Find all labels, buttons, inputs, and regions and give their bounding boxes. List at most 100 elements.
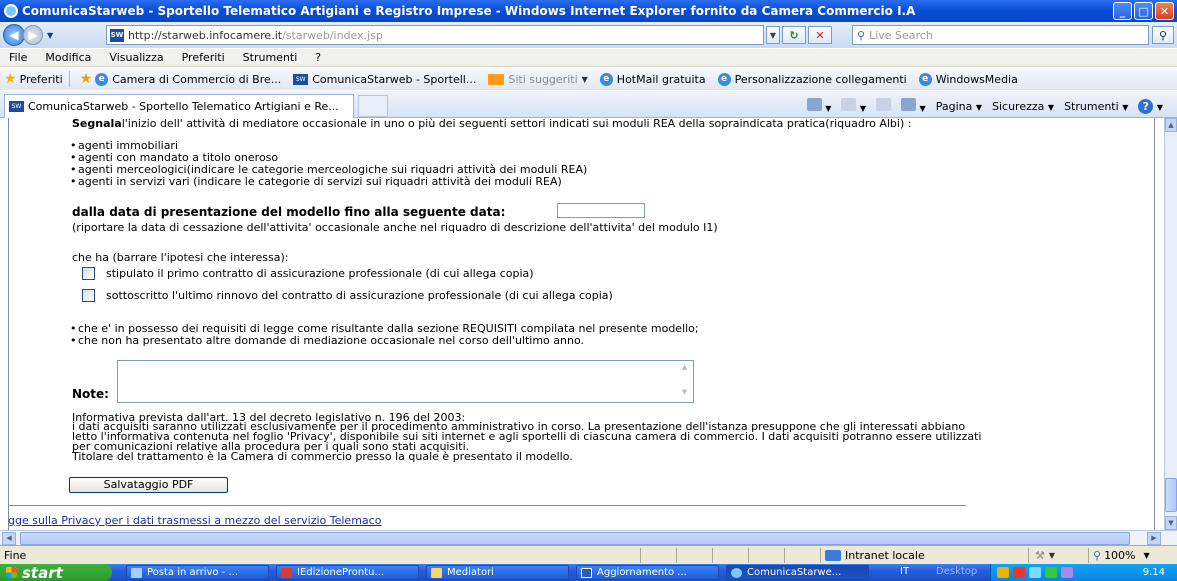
scroll-thumb[interactable] [20,532,1130,545]
volume-icon[interactable] [1029,567,1041,578]
task-posta[interactable]: Posta in arrivo - ... [126,565,269,580]
save-pdf-button[interactable]: Salvataggio PDF [69,477,228,493]
print-button[interactable]: ▼ [901,98,926,114]
status-text: Fine [4,548,27,562]
fav-item-hotmail[interactable]: e HotMail gratuita [599,72,706,86]
horizontal-scrollbar[interactable]: ◀ ▶ [0,530,1177,545]
segnala-text: Segnalal'inizio dell' attività di mediat… [72,118,912,130]
menu-visualizza[interactable]: Visualizza [100,51,172,64]
page-menu[interactable]: Pagina ▼ [936,100,982,113]
tray-icon[interactable] [1013,567,1025,578]
address-dropdown-button[interactable]: ▼ [766,26,780,44]
fav-item-comunicastarweb[interactable]: SW ComunicaStarweb - Sportell... [293,73,476,86]
tab-label: ComunicaStarweb - Sportello Telematico A… [28,100,339,113]
zoom-control[interactable]: ⚲ 100% ▼ [1088,548,1177,563]
back-button[interactable]: ◀ [3,24,25,46]
taskbar: start Posta in arrivo - ... IEdizionePro… [0,564,1177,581]
task-comunicastarweb[interactable]: ComunicaStarwe... [726,565,869,580]
add-favorite-icon[interactable]: ★ [80,71,93,87]
task-aggiornamento[interactable]: Aggiornamento ... [576,565,719,580]
favorites-button[interactable]: Preferiti [20,73,63,86]
security-zone[interactable]: Intranet locale [820,548,1028,563]
window-controls: _ □ ✕ [1113,2,1174,20]
url-path: /starweb/index.jsp [282,28,383,42]
network-icon[interactable] [1045,567,1057,578]
tray-icon[interactable] [997,567,1009,578]
refresh-button[interactable]: ↻ [782,26,806,44]
tools-menu[interactable]: Strumenti ▼ [1064,100,1128,113]
system-tray: 9.14 [990,564,1177,581]
security-menu[interactable]: Sicurezza ▼ [992,100,1054,113]
favorites-star-icon[interactable]: ★ [4,71,17,87]
page-content: Segnalal'inizio dell' attività di mediat… [0,118,1164,530]
browser-window: ComunicaStarweb - Sportello Telematico A… [0,0,1177,581]
suggested-sites-icon [488,73,505,85]
task-iedizione[interactable]: IEdizioneProntu... [276,565,419,580]
privacy-link[interactable]: gge sulla Privacy per i dati trasmessi a… [8,514,381,527]
title-bar: ComunicaStarweb - Sportello Telematico A… [0,0,1177,22]
scroll-down-icon[interactable]: ▼ [678,388,691,400]
search-go-button[interactable]: ⚲ [1152,26,1174,44]
task-mediatori[interactable]: Mediatori [426,565,569,580]
requisiti-item: che non ha presentato altre domande di m… [70,334,584,347]
forward-button[interactable]: ▶ [23,25,43,45]
maximize-button[interactable]: □ [1134,2,1153,20]
status-cell [640,548,676,563]
status-cell [676,548,712,563]
note-textarea[interactable]: ▲ ▼ [117,360,694,403]
search-placeholder: Live Search [869,28,933,42]
scroll-down-icon[interactable]: ▼ [1165,516,1177,530]
outlook-icon [131,567,142,578]
fav-item-siti-suggeriti[interactable]: Siti suggeriti ▼ [488,73,588,86]
close-button[interactable]: ✕ [1155,2,1174,20]
note-label: Note: [72,387,109,401]
menu-bar: File Modifica Visualizza Preferiti Strum… [0,49,1177,67]
printer-icon [901,98,917,111]
tab-comunicastarweb[interactable]: SW ComunicaStarweb - Sportello Telematic… [4,94,354,118]
scroll-left-icon[interactable]: ◀ [2,532,16,545]
status-cell [784,548,820,563]
vertical-scrollbar[interactable]: ▲ ▼ [1164,118,1177,530]
fav-item-camera[interactable]: e Camera di Commercio di Bre... [95,72,281,86]
menu-help[interactable]: ? [306,51,330,64]
rss-icon [841,98,857,111]
new-tab-button[interactable] [358,95,388,117]
scroll-thumb[interactable] [1165,478,1177,512]
help-menu[interactable]: ? ▼ [1138,98,1163,114]
tray-icon[interactable] [1061,567,1073,578]
option1-checkbox[interactable] [82,267,95,280]
home-button[interactable]: ▼ [806,98,831,114]
stop-button[interactable]: ✕ [808,26,832,44]
folder-icon [431,567,442,578]
menu-preferiti[interactable]: Preferiti [173,51,234,64]
search-icon: ⚲ [857,28,866,42]
language-indicator[interactable]: IT [900,566,909,577]
address-toolbar: ◀ ▶ ▼ SW http://starweb.infocamere.it/st… [0,22,1177,48]
option2-checkbox[interactable] [82,289,95,302]
word-icon [581,567,592,578]
option1-label: stipulato il primo contratto di assicura… [106,267,534,280]
menu-strumenti[interactable]: Strumenti [234,51,307,64]
ie-icon [731,567,742,578]
window-title: ComunicaStarweb - Sportello Telematico A… [22,4,916,18]
scroll-up-icon[interactable]: ▲ [1165,118,1177,132]
desktop-toolbar[interactable]: Desktop [936,566,977,577]
scroll-right-icon[interactable]: ▶ [1147,532,1161,545]
home-icon [806,98,822,111]
feeds-button[interactable]: ▼ [841,98,866,114]
menu-file[interactable]: File [0,51,36,64]
end-date-input[interactable] [557,203,645,218]
mail-button[interactable] [876,98,892,114]
scroll-up-icon[interactable]: ▲ [678,363,691,375]
address-input[interactable]: SW http://starweb.infocamere.it/starweb/… [106,25,764,45]
fav-item-windowsmedia[interactable]: e WindowsMedia [918,72,1018,86]
clock: 9.14 [1142,567,1165,578]
fav-item-personalizzazione[interactable]: e Personalizzazione collegamenti [717,72,907,86]
command-bar: ▼ ▼ ▼ Pagina ▼ Sicurezza ▼ Strumenti ▼ ?… [806,98,1163,114]
search-input[interactable]: ⚲ Live Search [852,25,1149,45]
protected-mode[interactable]: ⚒ ▼ [1028,548,1088,563]
menu-modifica[interactable]: Modifica [36,51,100,64]
minimize-button[interactable]: _ [1113,2,1132,20]
history-dropdown-icon[interactable]: ▼ [47,31,53,40]
start-button[interactable]: start [0,564,112,581]
